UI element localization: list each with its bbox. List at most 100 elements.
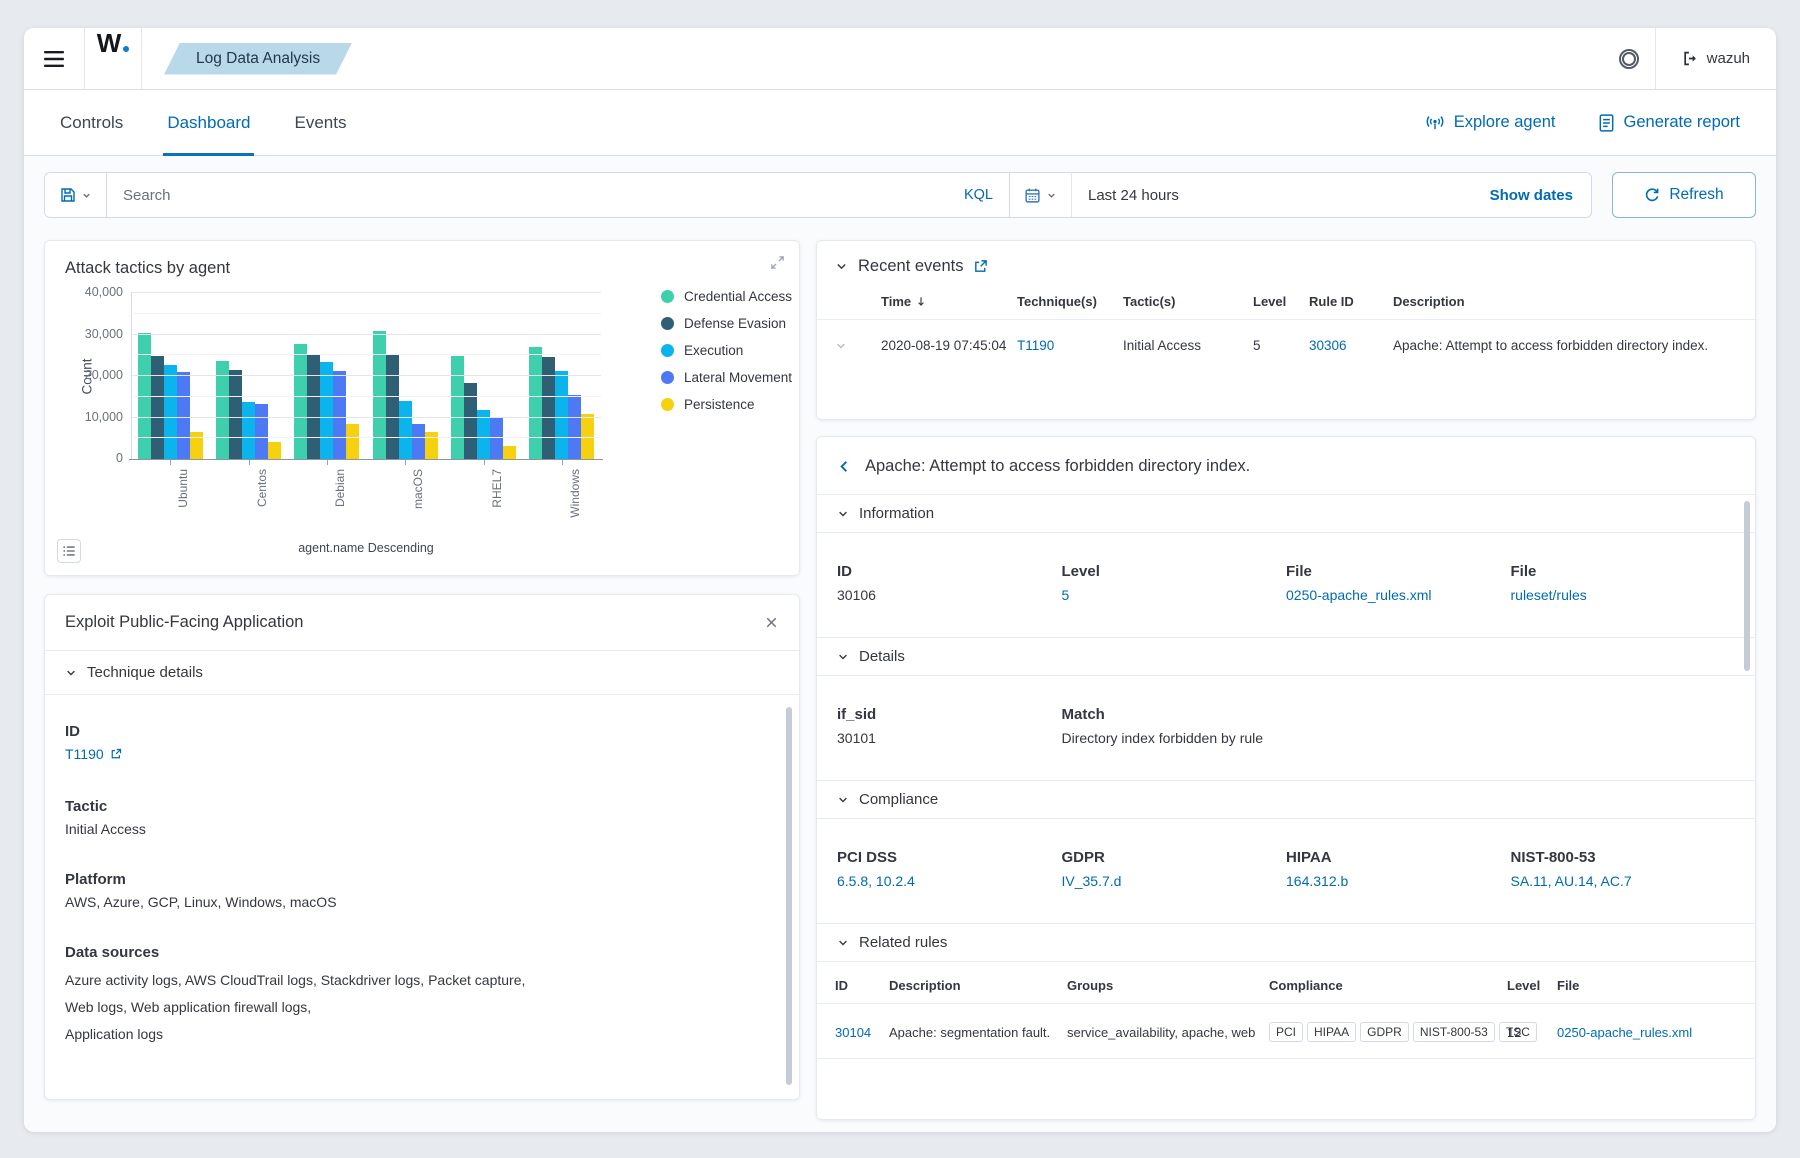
legend-item[interactable]: Lateral Movement [661,370,792,385]
save-icon [60,187,76,203]
x-axis-label: Centos [255,469,269,507]
match-value: Directory index forbidden by rule [1062,730,1511,746]
x-tick [170,460,171,465]
tab-actions: Explore agent Generate report [1425,113,1740,132]
expand-icon[interactable] [770,255,785,270]
open-external-icon[interactable] [973,259,988,274]
legend-dot-icon [661,398,674,411]
compliance-badge: NIST-800-53 [1413,1022,1495,1042]
tab-controls[interactable]: Controls [60,90,123,155]
y-tick-label: 30,000 [59,327,123,341]
status-circle-icon[interactable] [1603,28,1655,89]
related-rule-description: Apache: segmentation fault. [889,1025,1067,1040]
technique-tactic: Initial Access [65,821,765,837]
legend-item[interactable]: Defense Evasion [661,316,792,331]
header-right: wazuh [1603,28,1776,89]
legend-item[interactable]: Persistence [661,397,792,412]
compliance-badge: HIPAA [1307,1022,1356,1042]
bar [307,355,320,459]
gridline [131,313,601,314]
gdpr-link[interactable]: IV_35.7.d [1062,873,1122,889]
hipaa-link[interactable]: 164.312.b [1286,873,1348,889]
generate-report-button[interactable]: Generate report [1598,113,1740,132]
tab-events[interactable]: Events [294,90,346,155]
legend-item[interactable]: Credential Access [661,289,792,304]
logo-dot-icon [123,46,129,52]
field-label: File [1286,563,1511,580]
field-label: ID [65,723,765,740]
bar [333,371,346,459]
section-related-rules[interactable]: Related rules [817,923,1755,962]
x-tick [405,460,406,465]
antenna-icon [1425,114,1445,132]
section-compliance[interactable]: Compliance [817,780,1755,819]
close-icon[interactable] [764,615,779,630]
compliance-badge: PCI [1269,1022,1303,1042]
event-tactic: Initial Access [1123,338,1253,353]
legend-item[interactable]: Execution [661,343,792,358]
related-rule-file-link[interactable]: 0250-apache_rules.xml [1557,1025,1737,1040]
pci-link[interactable]: 6.5.8, 10.2.4 [837,873,915,889]
technique-id-link[interactable]: T1190 [65,746,122,762]
related-rule-level: 12 [1507,1025,1557,1040]
chevron-down-icon [65,667,77,679]
field-label: if_sid [837,706,1062,723]
recent-events-title: Recent events [858,257,963,276]
y-tick-label: 40,000 [59,285,123,299]
refresh-button[interactable]: Refresh [1612,172,1756,218]
breadcrumb[interactable]: Log Data Analysis [164,43,352,75]
legend-toggle-button[interactable] [57,539,81,563]
bar [399,401,412,459]
rule-id-value: 30106 [837,587,1062,603]
saved-queries-button[interactable] [45,173,107,217]
collapse-chevron-icon[interactable] [835,260,848,273]
show-dates-button[interactable]: Show dates [1490,187,1591,204]
query-bar: KQL Last 24 hours Show dates [44,172,1592,218]
menu-hamburger-icon[interactable] [24,28,84,89]
section-information[interactable]: Information [817,494,1755,533]
bar [320,362,333,459]
x-axis-label: Windows [568,469,582,518]
bar-group [294,344,359,459]
event-description: Apache: Attempt to access forbidden dire… [1393,338,1737,353]
rule-level-link[interactable]: 5 [1062,587,1070,603]
wazuh-logo[interactable]: W [85,28,141,89]
x-tick [484,460,485,465]
bar [294,344,307,459]
row-expand-chevron-icon[interactable] [835,340,881,352]
field-label: Level [1062,563,1287,580]
related-rule-id-link[interactable]: 30104 [835,1025,889,1040]
technique-details-toggle[interactable]: Technique details [45,650,799,695]
query-language-button[interactable]: KQL [948,187,1009,203]
gridline [131,354,601,355]
panel-scrollbar[interactable] [1744,501,1750,671]
section-details[interactable]: Details [817,637,1755,676]
time-range-value[interactable]: Last 24 hours [1072,187,1179,204]
related-rule-groups: service_availability, apache, web [1067,1025,1269,1040]
calendar-button[interactable] [1010,173,1072,217]
external-link-icon [110,748,122,760]
explore-agent-button[interactable]: Explore agent [1425,113,1556,132]
back-chevron-icon[interactable] [837,459,852,474]
legend-label: Execution [684,343,743,358]
field-label: Data sources [65,944,765,961]
event-rule-id-link[interactable]: 30306 [1309,338,1393,353]
recent-events-panel: Recent events Time Technique(s) Tactic(s… [816,240,1756,420]
bar [425,432,438,459]
event-row: 2020-08-19 07:45:04 T1190 Initial Access… [817,320,1755,369]
bar [464,383,477,459]
col-time[interactable]: Time [881,294,1017,309]
rule-path-link[interactable]: ruleset/rules [1511,587,1587,603]
nist-link[interactable]: SA.11, AU.14, AC.7 [1511,873,1632,889]
col-tactic: Tactic(s) [1123,294,1253,309]
rule-file-link[interactable]: 0250-apache_rules.xml [1286,587,1432,603]
field-label: GDPR [1062,849,1287,866]
technique-panel: Exploit Public-Facing Application Techni… [44,594,800,1100]
tab-dashboard[interactable]: Dashboard [167,90,250,155]
logout-button[interactable]: wazuh [1656,28,1776,89]
event-technique-link[interactable]: T1190 [1017,338,1123,353]
search-input[interactable] [107,187,948,204]
panel-scrollbar[interactable] [786,707,792,1085]
chevron-down-icon [81,190,92,201]
bar [242,402,255,459]
